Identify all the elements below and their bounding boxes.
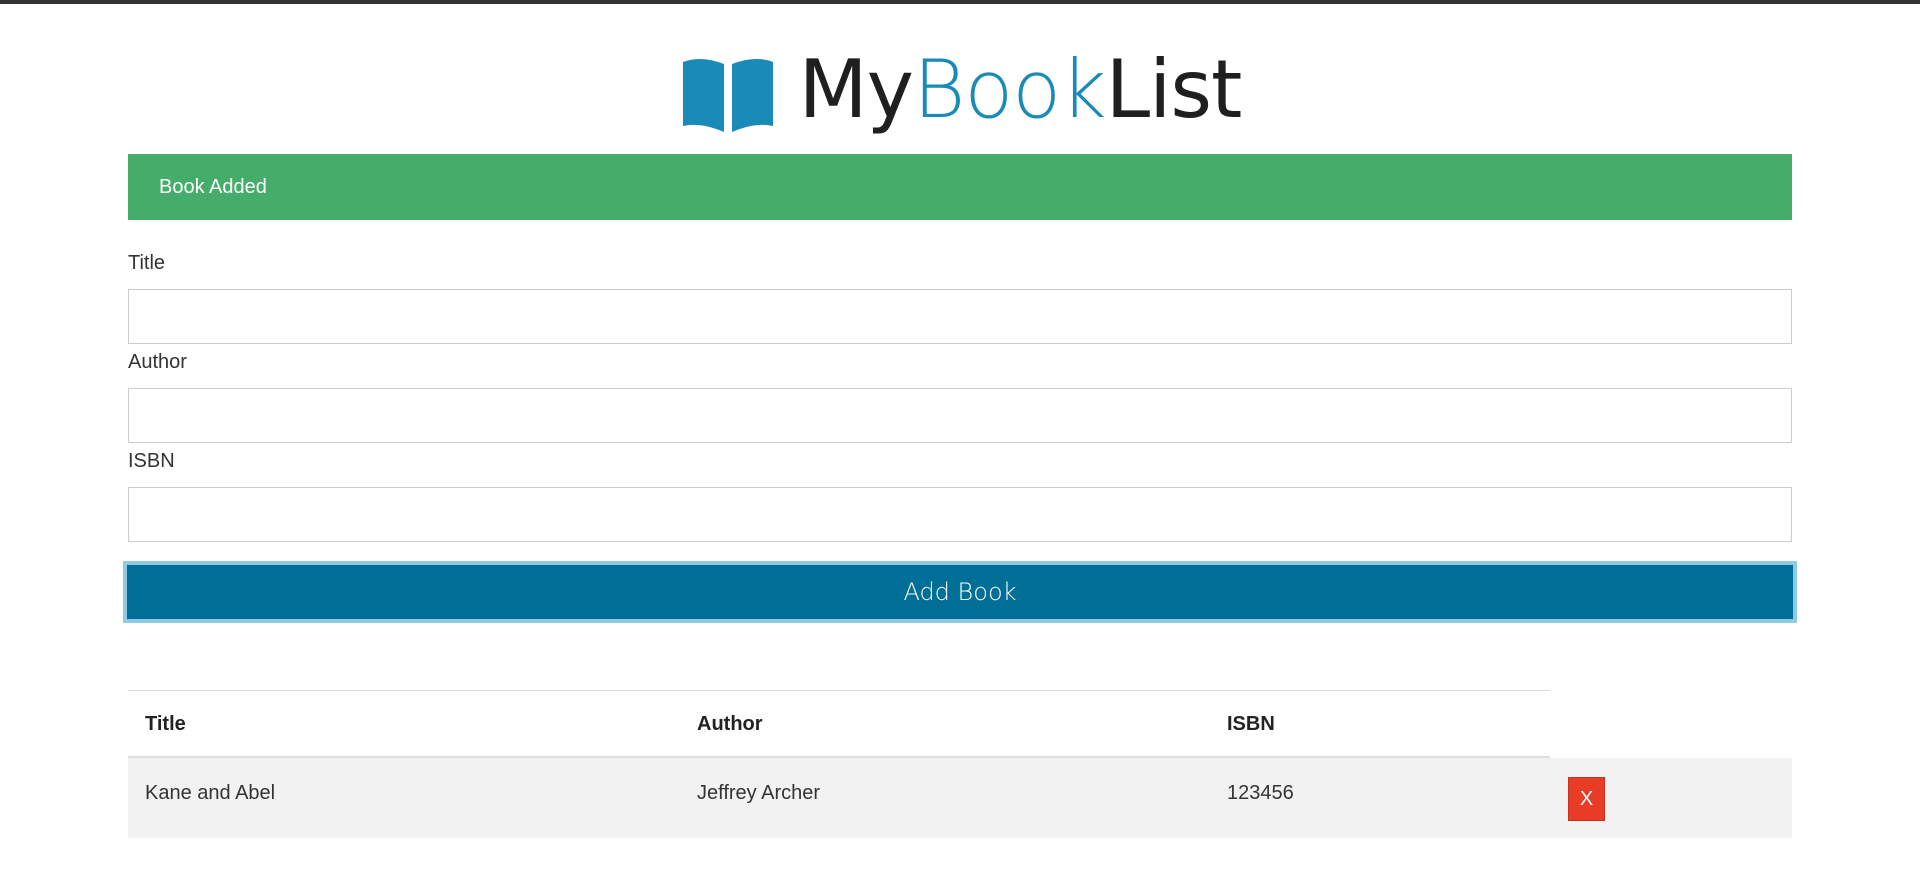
delete-button[interactable]: X bbox=[1568, 777, 1605, 821]
book-table: Title Author ISBN Kane and Abel Jeffrey … bbox=[128, 690, 1792, 840]
cell-isbn: 123456 bbox=[1227, 782, 1294, 804]
add-book-button[interactable]: Add Book bbox=[123, 561, 1797, 623]
logo: MyBookList bbox=[0, 40, 1920, 140]
isbn-label: ISBN bbox=[128, 450, 175, 472]
title-input[interactable] bbox=[128, 289, 1792, 344]
header-isbn: ISBN bbox=[1227, 713, 1275, 735]
table-row: Kane and Abel Jeffrey Archer 123456 X bbox=[128, 758, 1792, 838]
author-label: Author bbox=[128, 351, 187, 373]
logo-text: MyBookList bbox=[798, 43, 1243, 136]
table-header: Title Author ISBN bbox=[128, 690, 1550, 758]
success-alert: Book Added bbox=[128, 154, 1792, 220]
book-open-icon bbox=[682, 58, 773, 132]
cell-author: Jeffrey Archer bbox=[697, 782, 821, 804]
isbn-input[interactable] bbox=[128, 487, 1792, 542]
cell-title: Kane and Abel bbox=[145, 782, 276, 804]
header-title: Title bbox=[145, 713, 186, 735]
top-border bbox=[0, 0, 1920, 4]
title-label: Title bbox=[128, 252, 166, 274]
header-author: Author bbox=[697, 713, 763, 735]
author-input[interactable] bbox=[128, 388, 1792, 443]
